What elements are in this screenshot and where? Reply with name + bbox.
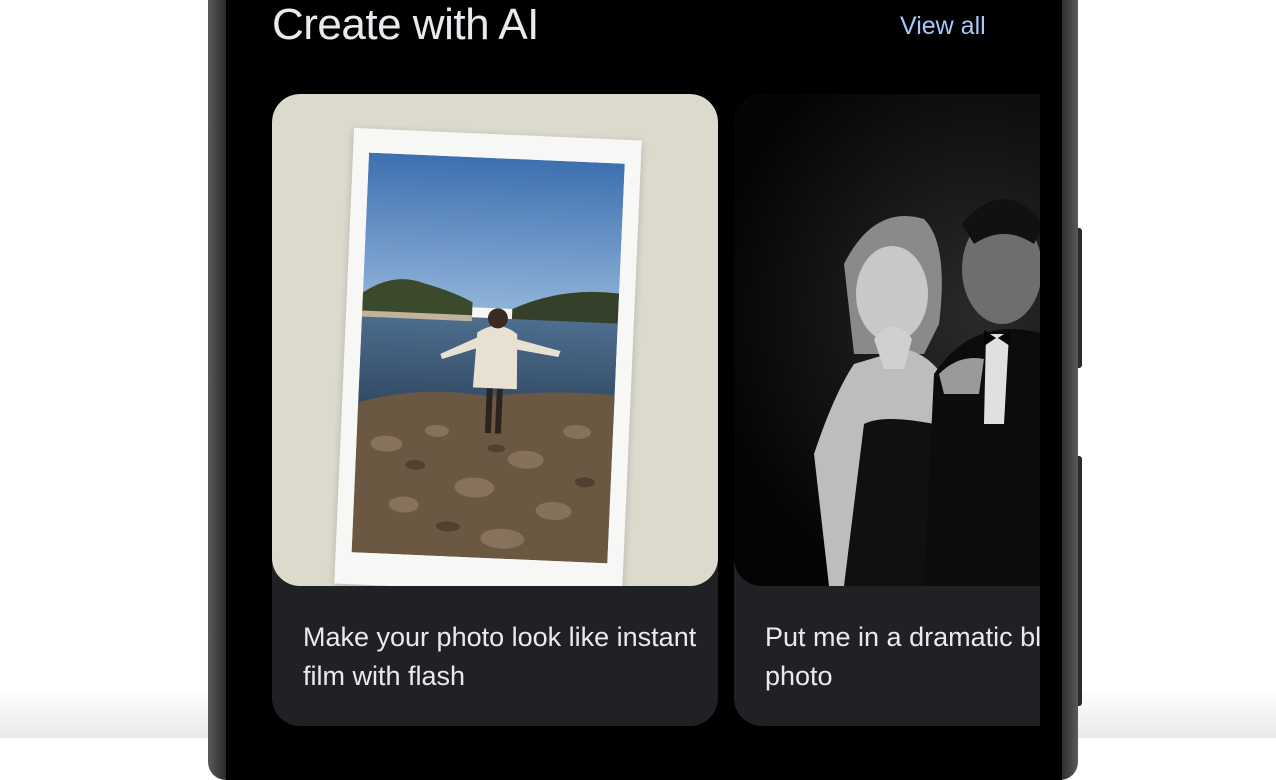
phone-screen: Create with AI View all Make your photo …	[226, 0, 1062, 780]
bw-portrait-image	[734, 94, 1040, 586]
polaroid-frame	[334, 127, 642, 586]
card-caption: Make your photo look like instant film w…	[303, 622, 697, 691]
card-thumbnail	[272, 94, 718, 586]
prompt-card-instant-film[interactable]: Make your photo look like instant film w…	[272, 94, 718, 726]
card-caption: Put me in a dramatic black and white pho…	[765, 622, 1040, 691]
section-title: Create with AI	[272, 0, 539, 49]
ai-prompt-carousel[interactable]: Make your photo look like instant film w…	[272, 94, 1040, 744]
card-thumbnail	[734, 94, 1040, 586]
view-all-link[interactable]: View all	[900, 12, 986, 41]
lake-photo-image	[351, 152, 625, 564]
prompt-card-bw-portrait[interactable]: Put me in a dramatic black and white pho…	[734, 94, 1040, 726]
